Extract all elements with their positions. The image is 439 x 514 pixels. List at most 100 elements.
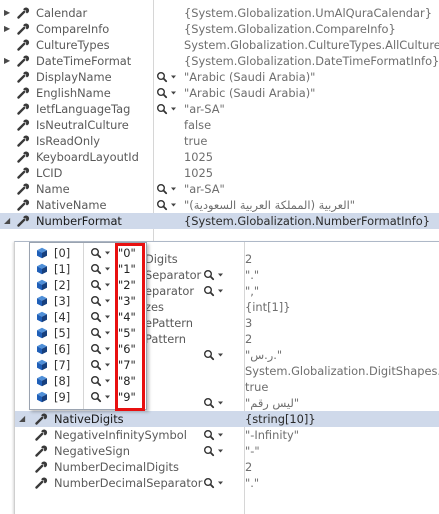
magnifier-dropdown-icon[interactable] — [203, 269, 225, 281]
magnifier-dropdown-icon[interactable] — [203, 429, 225, 441]
property-value[interactable]: "," — [245, 283, 259, 299]
magnifier-dropdown-icon[interactable] — [90, 327, 112, 339]
property-value[interactable]: 3 — [245, 315, 252, 331]
cube-icon — [36, 327, 48, 339]
wrench-icon — [17, 7, 31, 19]
sub-property-row-negativesign[interactable]: NegativeSign "-" — [15, 443, 439, 459]
property-value[interactable]: "-Infinity" — [245, 427, 299, 443]
digit-index: [8] — [54, 374, 71, 388]
digit-index: [3] — [54, 294, 71, 308]
magnifier-dropdown-icon[interactable] — [90, 391, 112, 403]
magnifier-dropdown-icon[interactable] — [90, 279, 112, 291]
cube-icon — [36, 375, 48, 387]
property-value[interactable]: {int[1]} — [245, 299, 290, 315]
property-value[interactable]: "ليس رقم" — [245, 395, 299, 411]
property-name: Separator — [145, 268, 202, 282]
magnifier-dropdown-icon[interactable] — [156, 87, 178, 99]
magnifier-dropdown-icon[interactable] — [90, 375, 112, 387]
magnifier-dropdown-icon[interactable] — [90, 263, 112, 275]
property-row-displayname[interactable]: DisplayName "Arabic (Saudi Arabia)" — [0, 69, 439, 85]
property-value[interactable]: 2 — [245, 251, 252, 267]
wrench-icon — [17, 103, 31, 115]
expand-triangle-icon[interactable]: ▶ — [4, 53, 13, 69]
magnifier-dropdown-icon[interactable] — [90, 359, 112, 371]
sub-property-row-numberdecimaldigits[interactable]: NumberDecimalDigits 2 — [15, 459, 439, 475]
property-value[interactable]: {string[10]} — [245, 411, 316, 427]
property-value[interactable]: 1025 — [184, 165, 213, 181]
property-name: CompareInfo — [36, 22, 110, 36]
property-name: NumberDecimalSeparator — [54, 476, 203, 490]
property-row-nativename[interactable]: NativeName "العربية (المملكة العربية السع… — [0, 197, 439, 213]
property-value[interactable]: "Arabic (Saudi Arabia)" — [184, 85, 315, 101]
property-value[interactable]: true — [245, 379, 268, 395]
magnifier-dropdown-icon[interactable] — [90, 295, 112, 307]
wrench-icon — [17, 71, 31, 83]
magnifier-dropdown-icon[interactable] — [90, 343, 112, 355]
property-value[interactable]: {System.Globalization.NumberFormatInfo} — [184, 213, 430, 229]
digit-index: [9] — [54, 390, 71, 404]
property-value[interactable]: "ar-SA" — [184, 101, 225, 117]
magnifier-dropdown-icon[interactable] — [90, 247, 112, 259]
property-value[interactable]: 2 — [245, 459, 252, 475]
property-value[interactable]: "العربية (المملكة العربية السعودية)" — [184, 197, 355, 213]
property-value[interactable]: "ر.س." — [245, 347, 282, 363]
magnifier-dropdown-icon[interactable] — [203, 349, 225, 361]
sub-property-row-nativedigits[interactable]: ◢ NativeDigits {string[10]} — [15, 411, 439, 427]
property-value[interactable]: "." — [245, 267, 259, 283]
property-row-englishname[interactable]: EnglishName "Arabic (Saudi Arabia)" — [0, 85, 439, 101]
property-value[interactable]: "Arabic (Saudi Arabia)" — [184, 69, 315, 85]
property-value[interactable]: false — [184, 117, 211, 133]
property-name: zes — [145, 300, 164, 314]
magnifier-dropdown-icon[interactable] — [156, 199, 178, 211]
property-value[interactable]: 2 — [245, 331, 252, 347]
magnifier-dropdown-icon[interactable] — [203, 397, 225, 409]
property-row-ietflanguagetag[interactable]: IetfLanguageTag "ar-SA" — [0, 101, 439, 117]
magnifier-dropdown-icon[interactable] — [90, 311, 112, 323]
property-row-keyboardlayoutid[interactable]: KeyboardLayoutId 1025 — [0, 149, 439, 165]
property-row-calendar[interactable]: ▶ Calendar {System.Globalization.UmAlQuraC… — [0, 5, 439, 21]
sub-property-row-negativeinfinitysymbol[interactable]: NegativeInfinitySymbol "-Infinity" — [15, 427, 439, 443]
property-name: CultureTypes — [36, 38, 110, 52]
property-value[interactable]: "ar-SA" — [184, 181, 225, 197]
property-name: NumberDecimalDigits — [54, 460, 179, 474]
property-value[interactable]: "." — [245, 475, 259, 491]
magnifier-dropdown-icon[interactable] — [203, 285, 225, 297]
property-name: KeyboardLayoutId — [36, 150, 139, 164]
highlight-box — [115, 243, 145, 411]
expand-triangle-icon[interactable]: ▶ — [4, 21, 13, 37]
property-row-lcid[interactable]: LCID 1025 — [0, 165, 439, 181]
property-row-name[interactable]: Name "ar-SA" — [0, 181, 439, 197]
digit-index: [0] — [54, 246, 71, 260]
property-row-compareinfo[interactable]: ▶ CompareInfo {System.Globalization.Compar… — [0, 21, 439, 37]
property-row-datetimeformat[interactable]: ▶ DateTimeFormat {System.Globalization.Dat… — [0, 53, 439, 69]
property-name: DisplayName — [36, 70, 112, 84]
property-name: EnglishName — [36, 86, 111, 100]
cube-icon — [36, 359, 48, 371]
property-name: Name — [36, 182, 70, 196]
property-row-isneutralculture[interactable]: IsNeutralCulture false — [0, 117, 439, 133]
property-value[interactable]: "-" — [245, 443, 260, 459]
expand-triangle-icon[interactable]: ▶ — [4, 5, 13, 21]
cube-icon — [36, 311, 48, 323]
property-value[interactable]: true — [184, 133, 207, 149]
property-row-isreadonly[interactable]: IsReadOnly true — [0, 133, 439, 149]
property-row-numberformat[interactable]: ◢ NumberFormat {System.Globalization.Numbe… — [0, 213, 439, 229]
property-value[interactable]: System.Globalization.DigitShapes.No — [245, 363, 439, 379]
property-row-culturetypes[interactable]: CultureTypes System.Globalization.Culture… — [0, 37, 439, 53]
wrench-icon — [35, 445, 49, 457]
magnifier-dropdown-icon[interactable] — [203, 445, 225, 457]
magnifier-dropdown-icon[interactable] — [203, 477, 225, 489]
property-value[interactable]: System.Globalization.CultureTypes.AllCul… — [184, 37, 439, 53]
property-value[interactable]: {System.Globalization.DateTimeFormatInfo… — [184, 53, 439, 69]
property-value[interactable]: {System.Globalization.UmAlQuraCalendar} — [184, 5, 432, 21]
property-value[interactable]: {System.Globalization.CompareInfo} — [184, 21, 396, 37]
collapse-triangle-icon[interactable]: ◢ — [4, 213, 13, 229]
wrench-icon — [35, 413, 49, 425]
sub-property-row-numberdecimalseparator[interactable]: NumberDecimalSeparator "." — [15, 475, 439, 491]
magnifier-dropdown-icon[interactable] — [156, 103, 178, 115]
magnifier-dropdown-icon[interactable] — [156, 183, 178, 195]
magnifier-dropdown-icon[interactable] — [156, 71, 178, 83]
collapse-triangle-icon[interactable]: ◢ — [19, 411, 28, 427]
wrench-icon — [17, 119, 31, 131]
property-value[interactable]: 1025 — [184, 149, 213, 165]
